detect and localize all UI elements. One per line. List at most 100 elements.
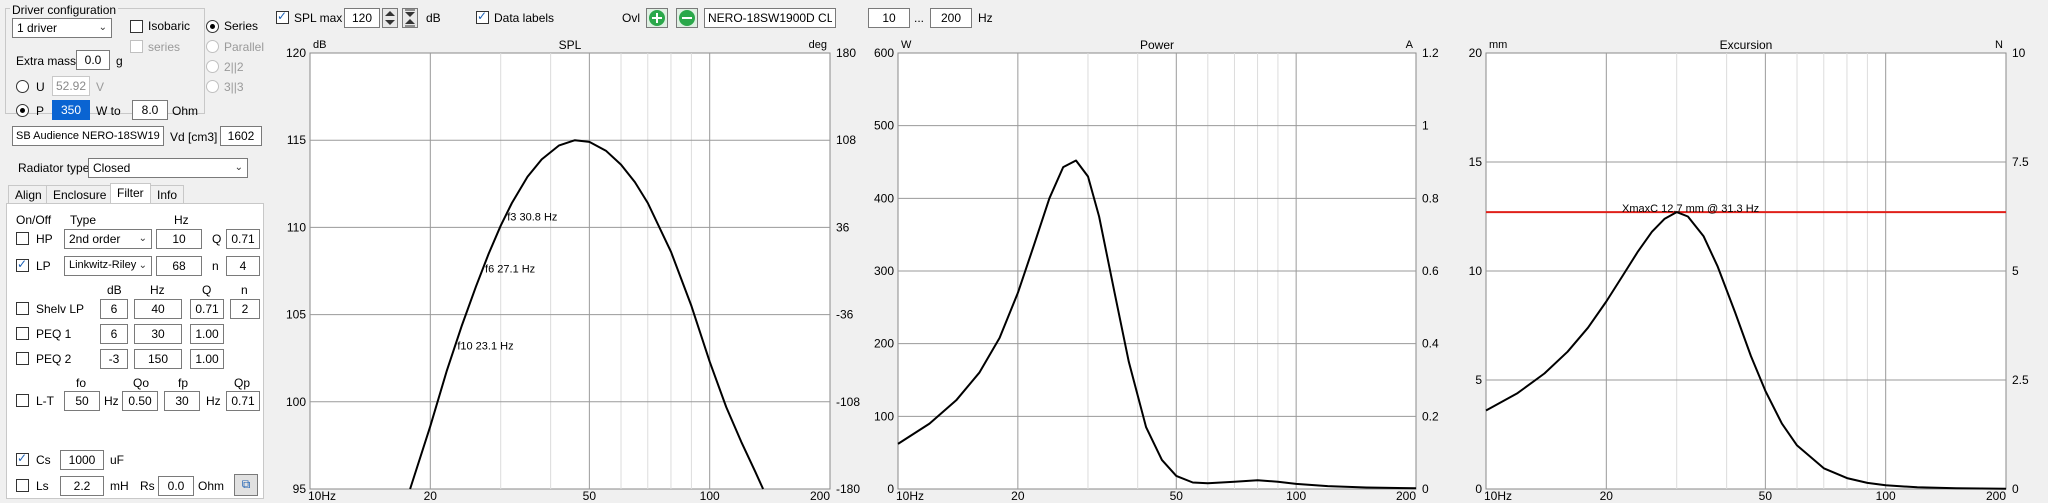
lp-freq-input[interactable] bbox=[156, 256, 202, 276]
p-radio[interactable] bbox=[16, 104, 29, 117]
hp-checkbox[interactable] bbox=[16, 232, 29, 245]
y2-tick-label: 180 bbox=[836, 46, 856, 60]
y-axis-unit: mm bbox=[1489, 39, 1507, 51]
hp-type-value: 2nd order bbox=[69, 232, 121, 246]
shelv-db-input[interactable] bbox=[100, 299, 128, 319]
y2-tick-label: 1 bbox=[1422, 119, 1429, 133]
y-tick-label: 100 bbox=[286, 395, 306, 409]
lt-qp-input[interactable] bbox=[226, 391, 260, 411]
lt-hz2-label: Hz bbox=[206, 394, 221, 408]
tab-info[interactable]: Info bbox=[150, 185, 185, 203]
peq2-hz-input[interactable] bbox=[134, 349, 182, 369]
peq1-q-input[interactable] bbox=[190, 324, 224, 344]
peq2-checkbox[interactable] bbox=[16, 352, 29, 365]
shelv-lp-checkbox[interactable] bbox=[16, 302, 29, 315]
parallel-2-label: 2||2 bbox=[224, 60, 244, 74]
tab-filter[interactable]: Filter bbox=[110, 183, 151, 203]
spl-spin-button[interactable] bbox=[382, 8, 398, 28]
power-chart: 0 100 200 300 400 500 600 0 0.2 0.4 0.6 0.8 1 1.2 10Hz… bbox=[856, 34, 1444, 503]
u-voltage-input[interactable] bbox=[52, 76, 90, 96]
p-label: P bbox=[36, 104, 45, 118]
x-tick-label: 200 bbox=[810, 489, 830, 500]
shelv-q-input[interactable] bbox=[190, 299, 224, 319]
shelv-lp-label: Shelv LP bbox=[36, 302, 85, 316]
hp-q-input[interactable] bbox=[226, 229, 260, 249]
spl-fit-button[interactable] bbox=[402, 8, 418, 28]
x-tick-label: 200 bbox=[1396, 489, 1416, 500]
header-fo: fo bbox=[76, 376, 87, 390]
series-label: Series bbox=[224, 19, 259, 33]
peq2-q-input[interactable] bbox=[190, 349, 224, 369]
cs-input[interactable] bbox=[60, 450, 104, 470]
tab-align[interactable]: Align bbox=[8, 185, 49, 203]
hp-freq-input[interactable] bbox=[156, 229, 202, 249]
hp-type-select[interactable]: 2nd order ⌄ bbox=[64, 229, 152, 249]
y-tick-label: 0 bbox=[887, 482, 894, 496]
remove-overlay-button[interactable] bbox=[676, 8, 698, 28]
data-labels-checkbox[interactable] bbox=[476, 9, 489, 24]
shelv-n-input[interactable] bbox=[230, 299, 260, 319]
peq1-hz-input[interactable] bbox=[134, 324, 182, 344]
y2-tick-label: 10 bbox=[2012, 46, 2026, 60]
y2-tick-label: 0.4 bbox=[1422, 337, 1439, 351]
freq-separator: ... bbox=[914, 11, 925, 25]
y-tick-label: 100 bbox=[874, 409, 894, 423]
plus-icon bbox=[649, 10, 665, 26]
rs-unit: Ohm bbox=[198, 479, 225, 493]
freq-to-input[interactable] bbox=[930, 8, 972, 28]
rs-input[interactable] bbox=[158, 476, 194, 496]
peq1-db-input[interactable] bbox=[100, 324, 128, 344]
driver-count-select[interactable]: 1 driver ⌄ bbox=[12, 18, 112, 38]
spl-db-unit: dB bbox=[426, 11, 441, 25]
y2-axis-unit: A bbox=[1406, 39, 1414, 51]
series-checkbox[interactable] bbox=[130, 40, 143, 53]
freq-from-input[interactable] bbox=[868, 8, 910, 28]
lt-fo-input[interactable] bbox=[64, 391, 100, 411]
y2-tick-label: 36 bbox=[836, 220, 850, 234]
vd-input[interactable] bbox=[220, 126, 262, 146]
excursion-chart: 0 5 10 15 20 0 2.5 5 7.5 10 10Hz 20 50 100 200 Excursio… bbox=[1440, 34, 2048, 503]
isobaric-checkbox[interactable] bbox=[130, 20, 143, 33]
ls-input[interactable] bbox=[60, 476, 104, 496]
u-unit: V bbox=[96, 80, 105, 94]
overlay-label: Ovl bbox=[622, 11, 640, 25]
parallel-3-radio[interactable] bbox=[206, 80, 219, 93]
y-tick-label: 400 bbox=[874, 191, 894, 205]
lt-fp-input[interactable] bbox=[164, 391, 200, 411]
ls-checkbox[interactable] bbox=[16, 479, 29, 492]
cs-checkbox[interactable] bbox=[16, 451, 29, 466]
x-tick-label: 10Hz bbox=[308, 489, 336, 500]
extra-mass-input[interactable] bbox=[76, 50, 110, 70]
chevron-down-icon: ⌄ bbox=[138, 260, 147, 271]
parallel-2-radio[interactable] bbox=[206, 60, 219, 73]
series-radio[interactable] bbox=[206, 20, 219, 33]
lp-checkbox[interactable] bbox=[16, 257, 29, 272]
u-radio[interactable] bbox=[16, 80, 29, 93]
power-input[interactable] bbox=[52, 100, 90, 120]
header-onoff: On/Off bbox=[16, 213, 52, 227]
lt-qo-input[interactable] bbox=[122, 391, 158, 411]
y2-axis-unit: deg bbox=[809, 39, 827, 51]
spl-max-input[interactable] bbox=[344, 8, 380, 28]
ohm-input[interactable] bbox=[132, 100, 168, 120]
add-overlay-button[interactable] bbox=[646, 8, 668, 28]
parallel-radio[interactable] bbox=[206, 40, 219, 53]
spl-max-checkbox[interactable] bbox=[276, 9, 289, 24]
x-tick-label: 200 bbox=[1986, 489, 2006, 500]
peq1-checkbox[interactable] bbox=[16, 327, 29, 340]
compress-arrows-icon bbox=[405, 9, 415, 27]
lp-type-select[interactable]: Linkwitz-Riley ⌄ bbox=[64, 256, 152, 276]
tab-enclosure[interactable]: Enclosure bbox=[46, 185, 114, 203]
driver-name-input[interactable] bbox=[12, 126, 164, 146]
lp-n-input[interactable] bbox=[226, 256, 260, 276]
y2-tick-label: 108 bbox=[836, 133, 856, 147]
y2-tick-label: 1.2 bbox=[1422, 46, 1439, 60]
radiator-type-select[interactable]: Closed ⌄ bbox=[88, 158, 248, 178]
lt-checkbox[interactable] bbox=[16, 394, 29, 407]
shelv-hz-input[interactable] bbox=[134, 299, 182, 319]
peq2-db-input[interactable] bbox=[100, 349, 128, 369]
y-tick-label: 600 bbox=[874, 46, 894, 60]
copy-icon[interactable]: ⧉ bbox=[234, 474, 258, 496]
radiator-type-label: Radiator type bbox=[18, 161, 90, 175]
overlay-name-input[interactable] bbox=[704, 8, 836, 28]
